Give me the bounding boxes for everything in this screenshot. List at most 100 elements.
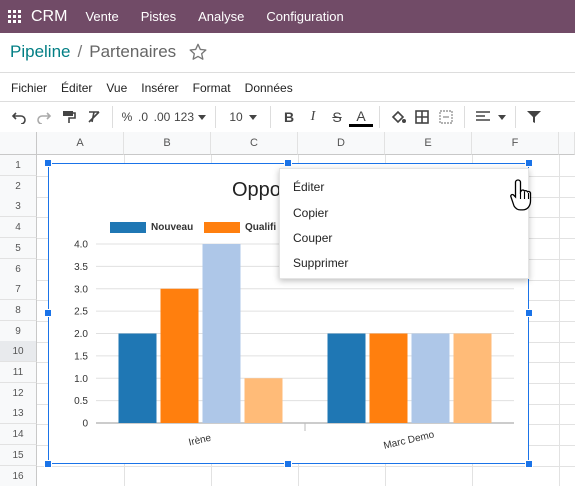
percent-format-button[interactable]: % — [119, 105, 135, 129]
toolbar-separator — [464, 106, 465, 128]
menu-item-couper[interactable]: Couper — [293, 231, 332, 245]
bar-marc-demo-2 — [411, 333, 450, 423]
row-header[interactable]: 3 — [0, 196, 37, 217]
breadcrumb: Pipeline / Partenaires — [10, 40, 208, 64]
row-header[interactable]: 4 — [0, 217, 37, 238]
column-header-b[interactable]: B — [124, 132, 211, 155]
menu-item-editer[interactable]: Éditer — [293, 180, 324, 194]
column-header-e[interactable]: E — [385, 132, 472, 155]
strikethrough-button[interactable]: S — [325, 105, 349, 129]
nav-item-analyse[interactable]: Analyse — [198, 9, 244, 24]
y-tick-label: 4.0 — [74, 240, 88, 251]
legend-item-nouveau: Nouveau — [110, 222, 193, 233]
breadcrumb-separator: / — [77, 42, 83, 61]
row-header[interactable]: 14 — [0, 424, 37, 445]
row-header[interactable]: 12 — [0, 383, 37, 404]
toolbar-separator — [270, 106, 271, 128]
menu-vue[interactable]: Vue — [106, 81, 127, 95]
bar-marc-demo-0 — [327, 333, 366, 423]
star-icon[interactable] — [188, 42, 208, 62]
bar-irène-2 — [202, 244, 241, 423]
row-header[interactable]: 10 — [0, 341, 37, 362]
row-header[interactable]: 7 — [0, 279, 37, 300]
fill-color-icon[interactable] — [386, 105, 410, 129]
y-tick-label: 2.5 — [74, 307, 88, 318]
row-header[interactable]: 2 — [0, 176, 37, 197]
top-navbar: CRM Vente Pistes Analyse Configuration — [0, 0, 575, 33]
bar-irène-3 — [244, 378, 283, 423]
resize-handle[interactable] — [44, 159, 52, 167]
increase-decimal-button[interactable]: .00 — [151, 105, 173, 129]
font-size-value[interactable]: 10 — [226, 105, 246, 129]
column-header-a[interactable]: A — [37, 132, 124, 155]
column-header-d[interactable]: D — [298, 132, 385, 155]
paint-format-icon[interactable] — [56, 105, 82, 129]
chart-context-menu: Éditer Copier Couper Supprimer — [279, 168, 529, 279]
resize-handle[interactable] — [525, 460, 533, 468]
row-header[interactable]: 15 — [0, 445, 37, 466]
menu-editer[interactable]: Éditer — [61, 81, 92, 95]
y-tick-label: 3.0 — [74, 284, 88, 295]
y-tick-label: 2.0 — [74, 329, 88, 340]
menu-inserer[interactable]: Insérer — [141, 81, 178, 95]
nav-item-configuration[interactable]: Configuration — [266, 9, 343, 24]
column-header-f[interactable]: F — [472, 132, 559, 155]
legend-label: Nouveau — [151, 222, 194, 233]
nav-item-pistes[interactable]: Pistes — [141, 9, 176, 24]
column-header-g[interactable] — [559, 132, 575, 155]
y-tick-label: 0 — [82, 419, 88, 430]
legend-swatch — [204, 222, 240, 233]
row-header[interactable]: 9 — [0, 321, 37, 342]
bar-marc-demo-1 — [369, 333, 408, 423]
row-header[interactable]: 11 — [0, 362, 37, 383]
y-tick-label: 3.5 — [74, 262, 88, 273]
text-color-button[interactable]: A — [349, 107, 373, 127]
undo-icon[interactable] — [6, 105, 32, 129]
resize-handle[interactable] — [44, 460, 52, 468]
row-header[interactable]: 6 — [0, 259, 37, 280]
menu-item-supprimer[interactable]: Supprimer — [293, 256, 348, 270]
italic-button[interactable]: I — [301, 105, 325, 129]
resize-handle[interactable] — [44, 309, 52, 317]
menu-fichier[interactable]: Fichier — [11, 81, 47, 95]
filter-icon[interactable] — [522, 105, 546, 129]
nav-item-vente[interactable]: Vente — [85, 9, 118, 24]
corner-cell[interactable] — [0, 132, 37, 155]
align-left-icon[interactable] — [471, 105, 495, 129]
menu-donnees[interactable]: Données — [245, 81, 293, 95]
merge-cells-icon[interactable] — [434, 105, 458, 129]
resize-handle[interactable] — [525, 159, 533, 167]
redo-icon[interactable] — [32, 105, 56, 129]
row-header[interactable]: 16 — [0, 466, 37, 486]
app-brand[interactable]: CRM — [31, 8, 67, 26]
chevron-down-icon[interactable] — [195, 105, 209, 129]
borders-icon[interactable] — [410, 105, 434, 129]
chevron-down-icon[interactable] — [246, 105, 260, 129]
row-header[interactable]: 5 — [0, 238, 37, 259]
column-header-c[interactable]: C — [211, 132, 298, 155]
resize-handle[interactable] — [525, 309, 533, 317]
number-format-button[interactable]: 123 — [173, 105, 195, 129]
clear-format-icon[interactable] — [82, 105, 106, 129]
apps-menu-icon[interactable] — [8, 9, 22, 24]
row-header[interactable]: 8 — [0, 300, 37, 321]
decrease-decimal-button[interactable]: .0 — [135, 105, 151, 129]
chevron-down-icon[interactable] — [495, 105, 509, 129]
grid-line — [37, 466, 575, 467]
toolbar-separator — [379, 106, 380, 128]
toolbar-separator — [215, 106, 216, 128]
row-header[interactable]: 1 — [0, 155, 37, 176]
row-header[interactable]: 13 — [0, 403, 37, 424]
header-divider — [0, 72, 575, 73]
menu-format[interactable]: Format — [193, 81, 231, 95]
menu-item-copier[interactable]: Copier — [293, 206, 328, 220]
hand-cursor-icon — [510, 179, 532, 211]
bar-marc-demo-3 — [453, 333, 492, 423]
chart-title: Oppo — [232, 179, 281, 201]
resize-handle[interactable] — [284, 159, 292, 167]
legend-swatch — [110, 222, 146, 233]
breadcrumb-pipeline-link[interactable]: Pipeline — [10, 42, 71, 62]
bold-button[interactable]: B — [277, 105, 301, 129]
toolbar-separator — [515, 106, 516, 128]
resize-handle[interactable] — [284, 460, 292, 468]
